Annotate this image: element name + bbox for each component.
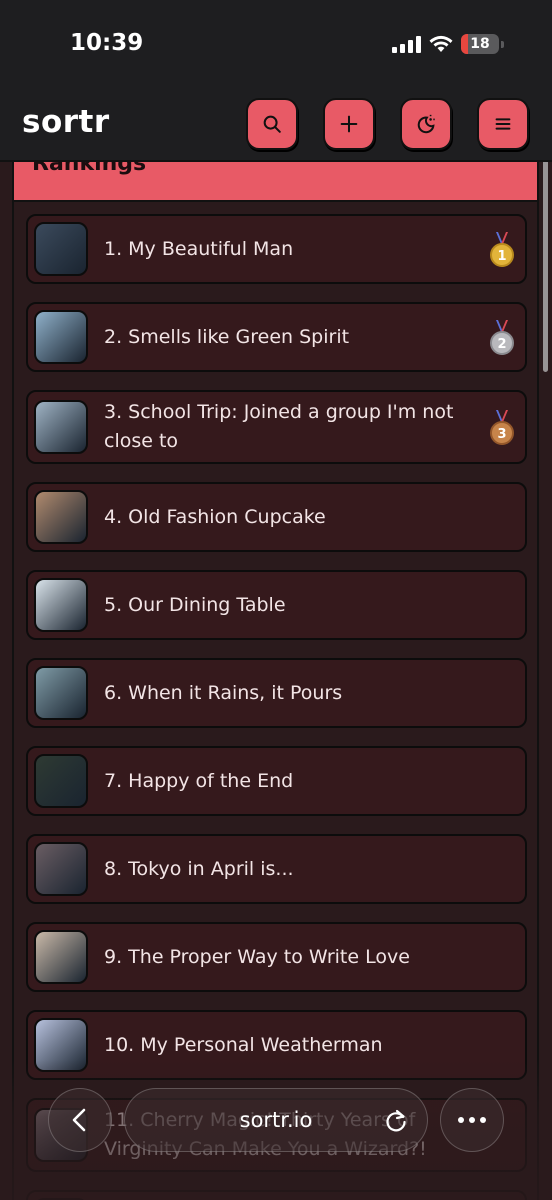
scrollbar[interactable] <box>543 152 548 372</box>
rankings-panel: Rankings 1. My Beautiful Man 1 2. Smells l… <box>12 162 539 1200</box>
status-time: 10:39 <box>70 30 144 56</box>
item-title: 8. Tokyo in April is... <box>104 857 294 880</box>
app-logo[interactable]: sortr <box>22 104 110 140</box>
battery-level: 18 <box>470 36 490 52</box>
medal-icon: 3 <box>490 410 514 445</box>
medal-icon: 1 <box>490 232 514 267</box>
poster-thumbnail <box>34 930 88 984</box>
search-button[interactable] <box>246 98 298 150</box>
menu-icon <box>495 118 511 130</box>
poster-thumbnail <box>34 490 88 544</box>
plus-icon <box>340 115 358 133</box>
panel-title: Rankings <box>32 162 147 176</box>
medal-rank: 3 <box>497 427 506 442</box>
item-title: 4. Old Fashion Cupcake <box>104 505 326 528</box>
battery-icon: 18 <box>461 34 499 54</box>
more-dots-icon <box>458 1117 486 1123</box>
item-title: 6. When it Rains, it Pours <box>104 681 343 704</box>
item-title: 5. Our Dining Table <box>104 593 286 616</box>
ranking-item[interactable]: 3. School Trip: Joined a group I'm not c… <box>26 390 527 464</box>
medal-rank: 2 <box>497 337 506 352</box>
ranking-item[interactable]: 4. Old Fashion Cupcake <box>26 482 527 552</box>
address-bar[interactable]: sortr.io <box>124 1088 428 1152</box>
ranking-item[interactable]: 2. Smells like Green Spirit 2 <box>26 302 527 372</box>
medal-rank: 1 <box>497 249 506 264</box>
reload-icon[interactable] <box>383 1108 409 1134</box>
rankings-list: 1. My Beautiful Man 1 2. Smells like Green… <box>14 202 537 1200</box>
item-title: 10. My Personal Weatherman <box>104 1033 383 1056</box>
medal-icon: 2 <box>490 320 514 355</box>
more-button[interactable] <box>440 1088 504 1152</box>
theme-toggle-button[interactable] <box>400 98 452 150</box>
item-title: 3. School Trip: Joined a group I'm not c… <box>104 401 454 452</box>
wifi-icon <box>429 35 453 52</box>
poster-thumbnail <box>34 578 88 632</box>
poster-thumbnail <box>34 666 88 720</box>
ranking-item[interactable]: 7. Happy of the End <box>26 746 527 816</box>
panel-header: Rankings <box>14 162 537 202</box>
item-title: 1. My Beautiful Man <box>104 237 294 260</box>
chevron-left-icon <box>72 1108 86 1132</box>
ranking-item[interactable]: 5. Our Dining Table <box>26 570 527 640</box>
back-button[interactable] <box>48 1088 112 1152</box>
menu-button[interactable] <box>477 98 529 150</box>
poster-thumbnail <box>34 400 88 454</box>
item-title: 2. Smells like Green Spirit <box>104 325 350 348</box>
ranking-item[interactable]: 9. The Proper Way to Write Love <box>26 922 527 992</box>
poster-thumbnail <box>34 222 88 276</box>
cellular-signal-icon <box>392 35 421 53</box>
item-title: 9. The Proper Way to Write Love <box>104 945 410 968</box>
add-button[interactable] <box>323 98 375 150</box>
search-icon <box>263 115 281 133</box>
ranking-item[interactable]: 1. My Beautiful Man 1 <box>26 214 527 284</box>
url-text: sortr.io <box>239 1108 313 1132</box>
ranking-item[interactable]: 6. When it Rains, it Pours <box>26 658 527 728</box>
app-header: sortr <box>0 92 552 162</box>
poster-thumbnail <box>34 310 88 364</box>
theme-toggle-icon <box>417 114 435 134</box>
status-bar: 10:39 18 <box>0 0 552 92</box>
ranking-item[interactable]: 8. Tokyo in April is... <box>26 834 527 904</box>
poster-thumbnail <box>34 754 88 808</box>
item-title: 7. Happy of the End <box>104 769 294 792</box>
poster-thumbnail <box>34 842 88 896</box>
status-icons: 18 <box>392 34 504 54</box>
